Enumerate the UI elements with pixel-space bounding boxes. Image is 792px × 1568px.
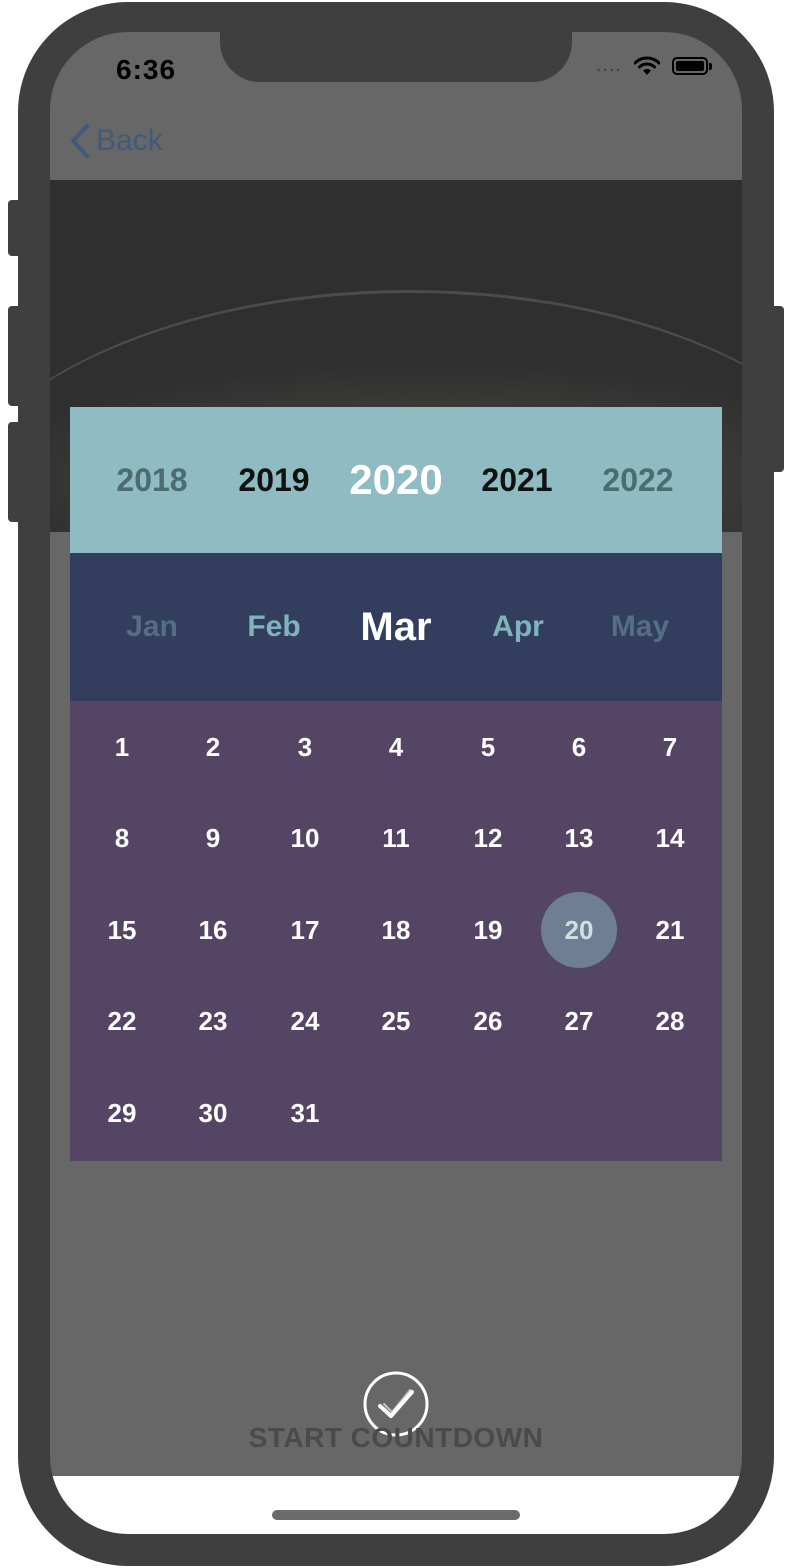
day-cell[interactable]: 3 [267, 709, 343, 785]
day-cell[interactable]: 31 [267, 1075, 343, 1151]
notch [220, 32, 572, 82]
day-cell[interactable]: 4 [358, 709, 434, 785]
day-cell[interactable]: 18 [358, 892, 434, 968]
year-picker[interactable]: 2018 2019 2020 2021 2022 [70, 407, 722, 553]
day-cell[interactable]: 21 [632, 892, 708, 968]
month-option[interactable]: Jan [126, 553, 178, 701]
bottom-safe-area [50, 1476, 742, 1534]
mute-switch [8, 200, 20, 256]
day-cell[interactable]: 8 [84, 800, 160, 876]
status-icons: .... [595, 54, 712, 77]
day-cell[interactable]: 29 [84, 1075, 160, 1151]
day-cell[interactable]: 24 [267, 983, 343, 1059]
navigation-bar: Back [50, 108, 742, 180]
home-indicator[interactable] [272, 1510, 520, 1520]
day-cell[interactable]: 25 [358, 983, 434, 1059]
day-cell[interactable]: 5 [450, 709, 526, 785]
day-cell[interactable]: 22 [84, 983, 160, 1059]
back-label: Back [96, 124, 163, 157]
month-option-selected[interactable]: Mar [360, 553, 431, 701]
app-screen: 6:36 .... Back 2018 2019 2020 2021 2022 … [50, 32, 742, 1534]
month-option[interactable]: May [611, 553, 669, 701]
power-button [772, 306, 784, 472]
day-cell[interactable]: 1 [84, 709, 160, 785]
year-option[interactable]: 2019 [238, 407, 309, 553]
day-cell[interactable]: 6 [541, 709, 617, 785]
volume-up-button [8, 306, 20, 406]
battery-level [676, 60, 704, 71]
volume-down-button [8, 422, 20, 522]
day-cell[interactable]: 13 [541, 800, 617, 876]
day-cell[interactable]: 27 [541, 983, 617, 1059]
day-cell-selected[interactable]: 20 [541, 892, 617, 968]
month-picker[interactable]: Jan Feb Mar Apr May [70, 553, 722, 701]
day-cell[interactable]: 23 [175, 983, 251, 1059]
year-option[interactable]: 2022 [602, 407, 673, 553]
wifi-icon [634, 56, 660, 75]
chevron-left-icon [71, 124, 89, 158]
back-button[interactable]: Back [70, 124, 163, 158]
day-grid: 1 2 3 4 5 6 7 8 9 10 11 12 13 14 15 16 17 18 19 20 21 22 23 24 2… [70, 701, 722, 1161]
day-cell[interactable]: 26 [450, 983, 526, 1059]
year-option-selected[interactable]: 2020 [349, 407, 442, 553]
day-cell[interactable]: 9 [175, 800, 251, 876]
day-cell[interactable]: 17 [267, 892, 343, 968]
day-cell[interactable]: 10 [267, 800, 343, 876]
status-time: 6:36 [116, 54, 177, 85]
year-option[interactable]: 2021 [481, 407, 552, 553]
day-cell[interactable]: 15 [84, 892, 160, 968]
day-cell[interactable]: 16 [175, 892, 251, 968]
day-cell[interactable]: 12 [450, 800, 526, 876]
day-cell[interactable]: 11 [358, 800, 434, 876]
day-cell[interactable]: 7 [632, 709, 708, 785]
day-cell[interactable]: 28 [632, 983, 708, 1059]
day-cell[interactable]: 2 [175, 709, 251, 785]
year-option[interactable]: 2018 [116, 407, 187, 553]
month-option[interactable]: Feb [247, 553, 300, 701]
start-countdown-button[interactable]: START COUNTDOWN [50, 1422, 742, 1454]
day-cell[interactable]: 30 [175, 1075, 251, 1151]
month-option[interactable]: Apr [492, 553, 544, 701]
day-cell[interactable]: 14 [632, 800, 708, 876]
battery-icon [672, 56, 712, 75]
day-cell[interactable]: 19 [450, 892, 526, 968]
cellular-signal-icon: .... [595, 54, 622, 76]
